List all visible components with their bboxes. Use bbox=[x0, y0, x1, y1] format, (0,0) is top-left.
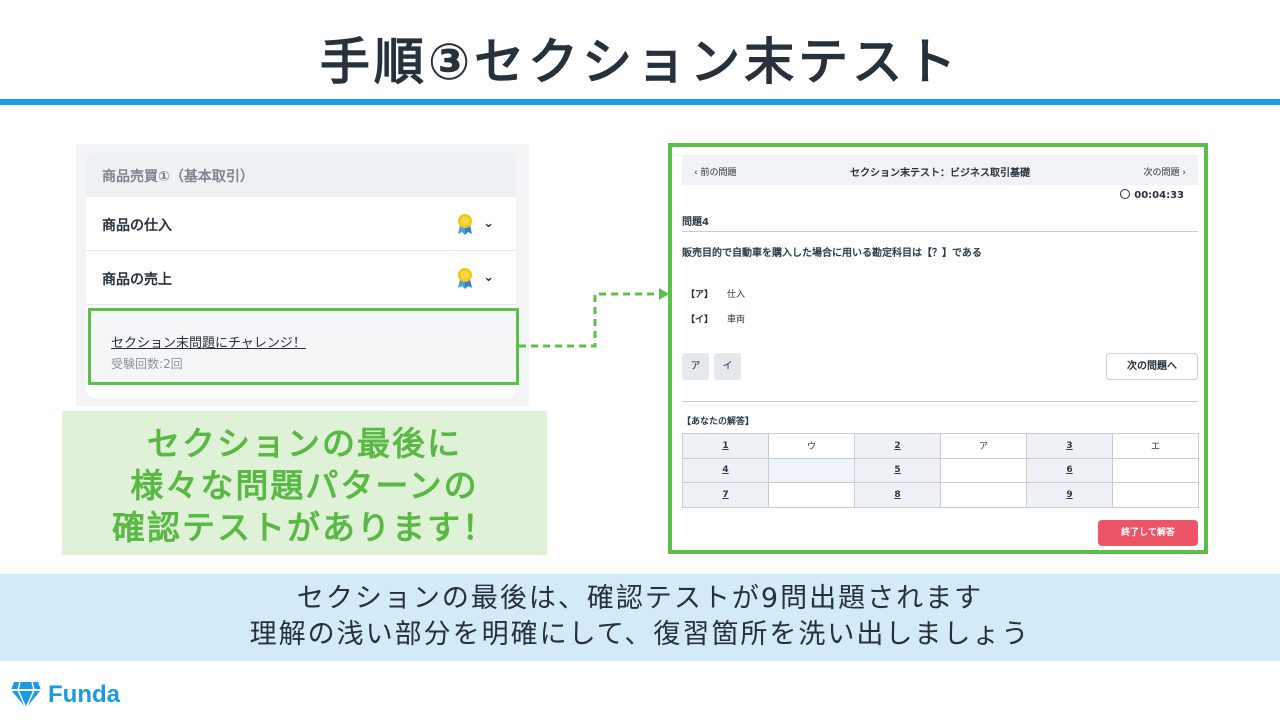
answer-button-a[interactable]: ア bbox=[682, 353, 709, 380]
course-section-header: 商品売買①（基本取引） bbox=[86, 152, 516, 197]
answer-grid-row: 7 8 9 bbox=[682, 482, 1199, 508]
question-link[interactable]: 1 bbox=[682, 433, 769, 459]
choice-item: 【ア】 仕入 bbox=[686, 287, 745, 300]
feature-callout: セクションの最後に 様々な問題パターンの 確認テストがあります！ bbox=[62, 411, 547, 555]
medal-icon bbox=[458, 214, 472, 235]
choice-item: 【イ】 車両 bbox=[686, 312, 745, 325]
section-challenge-link[interactable]: セクション末問題にチャレンジ！ bbox=[111, 332, 496, 351]
choice-key: 【イ】 bbox=[686, 315, 714, 325]
divider bbox=[682, 231, 1198, 232]
connector-arrow bbox=[519, 288, 669, 348]
attempt-count: 受験回数:2回 bbox=[111, 357, 183, 371]
answer-cell: ウ bbox=[768, 433, 855, 459]
chevron-down-icon[interactable]: ⌄ bbox=[483, 270, 494, 285]
your-answers-label: 【あなたの解答】 bbox=[682, 417, 755, 427]
logo-text: Funda bbox=[48, 681, 120, 708]
answer-cell: ア bbox=[940, 433, 1027, 459]
page-title: 手順③セクション末テスト bbox=[319, 33, 961, 91]
timer-value: 00:04:33 bbox=[1134, 190, 1184, 201]
next-question-link[interactable]: 次の問題 › bbox=[1144, 165, 1186, 178]
funda-logo: Funda bbox=[10, 680, 120, 712]
question-link[interactable]: 2 bbox=[854, 433, 941, 459]
question-link[interactable]: 3 bbox=[1026, 433, 1113, 459]
answer-grid-row: 1 ウ 2 ア 3 エ bbox=[682, 433, 1199, 459]
choice-text: 車両 bbox=[727, 315, 746, 325]
test-title: セクション末テスト：ビジネス取引基礎 bbox=[850, 168, 1030, 179]
test-navigation-bar: ‹ 前の問題 セクション末テスト：ビジネス取引基礎 次の問題 › bbox=[682, 155, 1198, 185]
section-challenge-box[interactable]: セクション末問題にチャレンジ！ 受験回数:2回 bbox=[88, 308, 519, 385]
callout-line: セクションの最後に bbox=[147, 424, 462, 463]
answer-cell bbox=[940, 457, 1027, 483]
answer-cell bbox=[768, 457, 855, 483]
answer-button-i[interactable]: イ bbox=[714, 353, 741, 380]
answer-cell bbox=[1112, 457, 1199, 483]
answer-cell: エ bbox=[1112, 433, 1199, 459]
finish-and-answer-button[interactable]: 終了して解答 bbox=[1098, 520, 1198, 546]
callout-line: 様々な問題パターンの bbox=[130, 466, 479, 505]
question-text: 販売目的で自動車を購入した場合に用いる勘定科目は【？】である bbox=[682, 248, 982, 259]
title-divider bbox=[0, 99, 1280, 105]
timer: 00:04:33 bbox=[1120, 189, 1184, 201]
diamond-logo-icon bbox=[11, 681, 41, 710]
question-link[interactable]: 4 bbox=[682, 457, 769, 483]
question-link[interactable]: 7 bbox=[682, 482, 769, 508]
answer-cell bbox=[940, 482, 1027, 508]
medal-icon bbox=[458, 268, 472, 289]
callout-line: 確認テストがあります！ bbox=[112, 508, 497, 547]
answer-grid-row: 4 5 6 bbox=[682, 457, 1199, 483]
test-screen: ‹ 前の問題 セクション末テスト：ビジネス取引基礎 次の問題 › 00:04:3… bbox=[668, 143, 1208, 554]
banner-line: セクションの最後は、確認テストが9問出題されます bbox=[296, 583, 984, 614]
summary-banner: セクションの最後は、確認テストが9問出題されます 理解の浅い部分を明確にして、復… bbox=[0, 574, 1280, 661]
lesson-row-purchase[interactable]: 商品の仕入 ⌄ bbox=[86, 197, 516, 251]
answer-grid: 1 ウ 2 ア 3 エ 4 5 6 7 8 9 bbox=[682, 433, 1199, 508]
next-question-button[interactable]: 次の問題へ bbox=[1106, 353, 1198, 380]
clock-icon bbox=[1120, 189, 1131, 199]
lesson-row-sales[interactable]: 商品の売上 ⌄ bbox=[86, 251, 516, 305]
answer-cell bbox=[1112, 482, 1199, 508]
divider bbox=[682, 401, 1198, 402]
question-link[interactable]: 6 bbox=[1026, 457, 1113, 483]
choice-text: 仕入 bbox=[727, 290, 746, 300]
banner-line: 理解の浅い部分を明確にして、復習箇所を洗い出しましょう bbox=[249, 619, 1031, 650]
lesson-label: 商品の仕入 bbox=[102, 218, 172, 234]
choice-key: 【ア】 bbox=[686, 290, 714, 300]
lesson-label: 商品の売上 bbox=[102, 272, 172, 288]
chevron-down-icon[interactable]: ⌄ bbox=[483, 216, 494, 231]
question-link[interactable]: 5 bbox=[854, 457, 941, 483]
answer-cell bbox=[768, 482, 855, 508]
question-link[interactable]: 9 bbox=[1026, 482, 1113, 508]
question-link[interactable]: 8 bbox=[854, 482, 941, 508]
question-number: 問題4 bbox=[682, 217, 709, 228]
